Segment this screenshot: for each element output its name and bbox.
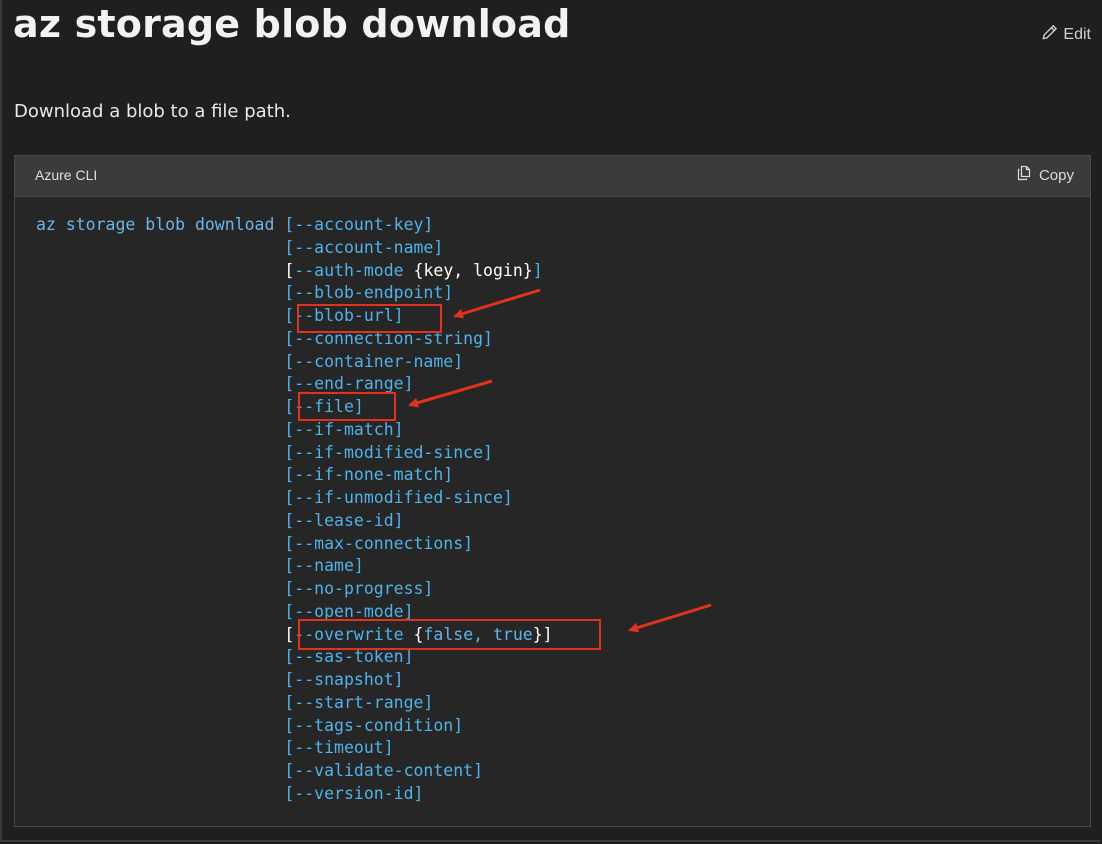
param-line: [--lease-id] <box>284 510 404 530</box>
param-line: [--if-modified-since] <box>284 442 493 462</box>
code-block-header: Azure CLI Copy <box>15 156 1090 197</box>
page-description: Download a blob to a file path. <box>14 101 291 122</box>
pencil-icon <box>1041 24 1058 46</box>
highlight-box-overwrite <box>298 619 601 650</box>
code-content: az storage blob download [--account-key]… <box>36 214 553 806</box>
copy-label: Copy <box>1038 166 1074 184</box>
param-line: [--name] <box>284 556 364 576</box>
param-line: [--no-progress] <box>284 579 434 598</box>
param-line: [--start-range] <box>284 692 434 712</box>
copy-icon <box>1016 165 1032 185</box>
code-language-label: Azure CLI <box>35 167 98 183</box>
highlight-box-file <box>298 392 396 421</box>
code-block: Azure CLI Copy az storage blob download … <box>14 155 1091 827</box>
param-line: [--end-range] <box>284 374 414 394</box>
param-line: [--version-id] <box>284 783 424 803</box>
copy-button[interactable]: Copy <box>1016 165 1074 185</box>
param-line: [--if-none-match] <box>284 465 454 485</box>
param-line: [--blob-endpoint] <box>284 283 454 303</box>
param-line: [--auth-mode {key, login}] <box>284 260 543 280</box>
param-line: [--timeout] <box>284 738 394 758</box>
param-choice: {key, login} <box>413 260 533 280</box>
param-bracket-open: [ <box>284 260 295 280</box>
param-line: [--if-match] <box>284 419 404 439</box>
param-line: [--validate-content] <box>284 761 484 780</box>
param-line: [--if-unmodified-since] <box>284 488 513 507</box>
param-line: [--max-connections] <box>284 533 474 553</box>
highlight-box-blob-url <box>297 304 442 333</box>
param-line: [--account-key] <box>284 215 434 234</box>
page-title: az storage blob download <box>13 2 571 46</box>
param-line: [--snapshot] <box>284 670 404 689</box>
param-line: [--tags-condition] <box>284 715 464 735</box>
param-line: [--container-name] <box>284 351 464 371</box>
param-bracket-open: [ <box>284 624 295 644</box>
command-text: az storage blob download <box>36 215 275 234</box>
edit-button[interactable]: Edit <box>1041 24 1091 46</box>
edit-label: Edit <box>1063 26 1091 43</box>
param-line: [--open-mode] <box>284 601 414 621</box>
param-line: [--sas-token] <box>284 647 414 667</box>
param-line: [--account-name] <box>284 237 444 257</box>
